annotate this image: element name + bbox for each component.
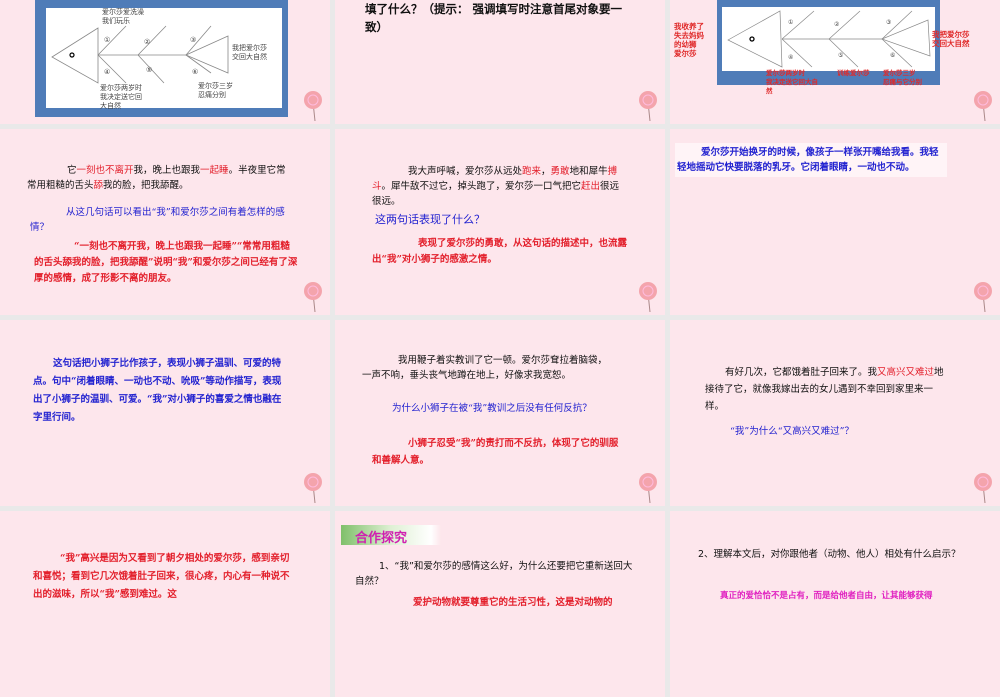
slide-thumbnail-9[interactable]: 有好几次，它都饿着肚子回来了。我又高兴又难过地接待了它，就像我嫁出去的女儿遇到不… [670, 320, 1000, 506]
slide-thumbnail-8[interactable]: 我用鞭子着实教训了它一顿。爱尔莎耷拉着脑袋，一声不响，垂头丧气地蹲在地上，好像求… [335, 320, 665, 506]
pushpin-icon [639, 473, 657, 504]
slide-thumbnail-6[interactable]: 爱尔莎开始换牙的时候，像孩子一样张开嘴给我看。我轻轻地摇动它快要脱落的乳牙。它闭… [670, 129, 1000, 315]
passage-text: 我用鞭子着实教训了它一顿。爱尔莎耷拉着脑袋，一声不响，垂头丧气地蹲在地上，好像求… [362, 355, 608, 381]
fishbone-num-6: ⑥ [192, 68, 199, 76]
passage-text: 我大声呼喊，爱尔莎从远处跑来，勇敢地和犀牛搏斗。犀牛敌不过它，掉头跑了，爱尔莎一… [372, 164, 627, 209]
emphasized-text: 跑来 [522, 166, 542, 177]
answer-text: 小狮子忍受“我”的责打而不反抗，体现了它的驯服和善解人意。 [372, 438, 619, 466]
pushpin-icon [304, 282, 322, 313]
fishbone-num-3: ③ [190, 36, 197, 44]
fishbone-bottom-right-label: 爱尔莎三岁 忍痛分别 [198, 82, 233, 99]
slide-thumbnail-5[interactable]: 我大声呼喊，爱尔莎从远处跑来，勇敢地和犀牛搏斗。犀牛敌不过它，掉头跑了，爱尔莎一… [335, 129, 665, 315]
fishbone-num-4: ④ [788, 54, 794, 61]
passage-text: 它一刻也不离开我，晚上也跟我一起睡。半夜里它常常用粗糙的舌头舔我的脸，把我舔醒。 [27, 163, 292, 193]
text-segment: 我的脸，把我舔醒。 [103, 180, 189, 191]
question-text: “我”为什么“又高兴又难过”？ [730, 426, 854, 437]
emphasized-text: 一刻也不离开 [76, 165, 134, 176]
fishbone-bottom-left-label: 爱尔莎两岁时 我决定送它回大自 然 [766, 69, 818, 95]
text-segment: 它 [67, 165, 77, 176]
section-tag-label: 合作探究 [355, 531, 408, 546]
analysis-text: 这句话把小狮子比作孩子，表现小狮子温驯、可爱的特点。句中“闭着眼睛、一动也不动、… [33, 358, 282, 423]
answer-text: 爱护动物就要尊重它的生活习性，这是对动物的 [413, 597, 613, 608]
fishbone-num-1: ① [788, 19, 794, 26]
pushpin-icon [639, 91, 657, 122]
passage-text: 爱尔莎开始换牙的时候，像孩子一样张开嘴给我看。我轻轻地摇动它快要脱落的乳牙。它闭… [675, 143, 947, 177]
question-text: 为什么小狮子在被“我”教训之后没有任何反抗？ [392, 403, 592, 414]
fishbone-bottom-right-label: 爱尔莎三岁 忍痛与它分别 [883, 69, 922, 86]
text-segment: 我大声呼喊，爱尔莎从远处 [408, 166, 523, 177]
pushpin-icon [304, 91, 322, 122]
question-text: 2、理解本文后，对你跟他者（动物、他人）相处有什么启示？ [698, 549, 961, 560]
emphasized-text: 又高兴又难过 [877, 367, 935, 378]
answer-text: 表现了爱尔莎的勇敢，从这句话的描述中，也流露出“我”对小狮子的感激之情。 [372, 238, 628, 265]
slide-thumbnail-10[interactable]: “我”高兴是因为又看到了朝夕相处的爱尔莎，感到亲切和喜悦；看到它几次饿着肚子回来… [0, 511, 330, 697]
passage-text: 有好几次，它都饿着肚子回来了。我又高兴又难过地接待了它，就像我嫁出去的女儿遇到不… [705, 364, 950, 415]
fishbone-num-2: ② [834, 21, 840, 28]
emphasized-text: 赶出 [581, 181, 601, 192]
answer-text: 真正的爱恰恰不是占有，而是给他者自由，让其能够获得 [720, 591, 933, 601]
text-segment: ， [541, 166, 551, 177]
emphasized-text: 舔 [93, 180, 104, 191]
fishbone-num-5: ⑤ [838, 52, 844, 59]
slide-thumbnail-11[interactable]: 合作探究 1、“我”和爱尔莎的感情这么好，为什么还要把它重新送回大自然？ 爱护动… [335, 511, 665, 697]
fishbone-num-6: ⑥ [890, 52, 896, 59]
text-segment: 。犀牛敌不过它，掉头跑了，爱尔莎一口气把它 [381, 181, 582, 192]
question-text: 1、“我”和爱尔莎的感情这么好，为什么还要把它重新送回大自然？ [355, 561, 633, 587]
slide-thumbnail-1[interactable]: ① ② ③ ④ ⑤ ⑥ 爱尔莎爱洗澡 我们玩乐 我把爱尔莎 交回大自然 爱尔莎两… [0, 0, 330, 124]
fishbone-bottom-left-label: 爱尔莎两岁时 我决定送它回 大自然 [100, 84, 142, 110]
fishbone-right-label: 我把爱尔莎 交回大自然 [232, 44, 267, 61]
fishbone-diagram: ① ② ③ ④ ⑤ ⑥ 爱尔莎爱洗澡 我们玩乐 我把爱尔莎 交回大自然 爱尔莎两… [46, 8, 282, 110]
emphasized-text: 勇敢 [550, 166, 570, 177]
slide-thumbnail-3[interactable]: ① ② ③ ④ ⑤ ⑥ 我收养了 失去妈妈 的幼狮 爱尔莎 我把爱尔莎 交回大自… [670, 0, 1000, 124]
fishbone-lines [727, 10, 931, 68]
question-text: 这两句话表现了什么？ [375, 213, 485, 226]
pushpin-icon [639, 282, 657, 313]
fishbone-num-2: ② [144, 38, 151, 46]
slide-thumbnail-7[interactable]: 这句话把小狮子比作孩子，表现小狮子温驯、可爱的特点。句中“闭着眼睛、一动也不动、… [0, 320, 330, 506]
fishbone-num-3: ③ [886, 19, 892, 26]
slide-thumbnail-12[interactable]: 2、理解本文后，对你跟他者（动物、他人）相处有什么启示？ 真正的爱恰恰不是占有，… [670, 511, 1000, 697]
fishbone-bottom-middle-label: 训练爱尔莎 [837, 69, 870, 77]
section-tag: 合作探究 [341, 525, 441, 546]
fishbone-left-label: 我收养了 失去妈妈 的幼狮 爱尔莎 [674, 22, 704, 58]
slide-text: 填了什么？（提示： 强调填写时注意首尾对象要一致） [365, 2, 623, 34]
pushpin-icon [304, 473, 322, 504]
pushpin-icon [974, 91, 992, 122]
fishbone-top-label: 爱尔莎爱洗澡 我们玩乐 [102, 8, 144, 25]
answer-text: “我”高兴是因为又看到了朝夕相处的爱尔莎，感到亲切和喜悦；看到它几次饿着肚子回来… [33, 553, 290, 600]
slide-thumbnail-2[interactable]: 填了什么？（提示： 强调填写时注意首尾对象要一致） [335, 0, 665, 124]
question-text: 从这几句话可以看出“我”和爱尔莎之间有着怎样的感情？ [30, 207, 285, 233]
fishbone-diagram: ① ② ③ ④ ⑤ ⑥ [722, 7, 935, 71]
pushpin-icon [974, 282, 992, 313]
answer-text: “一刻也不离开我，晚上也跟我一起睡”“常常用粗糙的舌头舔我的脸，把我舔醒”说明“… [34, 241, 298, 284]
text-segment: 我，晚上也跟我 [133, 165, 201, 176]
emphasized-text: 一起睡 [200, 165, 229, 176]
pushpin-icon [974, 473, 992, 504]
text-segment: 有好几次，它都饿着肚子回来了。我 [725, 367, 878, 378]
fishbone-num-1: ① [104, 36, 111, 44]
fishbone-right-label: 我把爱尔莎 交回大自然 [932, 30, 970, 48]
slide-thumbnail-4[interactable]: 它一刻也不离开我，晚上也跟我一起睡。半夜里它常常用粗糙的舌头舔我的脸，把我舔醒。… [0, 129, 330, 315]
fishbone-num-4: ④ [104, 68, 111, 76]
fishbone-num-5: ⑤ [146, 66, 153, 74]
text-segment: 地和犀牛 [569, 166, 608, 177]
